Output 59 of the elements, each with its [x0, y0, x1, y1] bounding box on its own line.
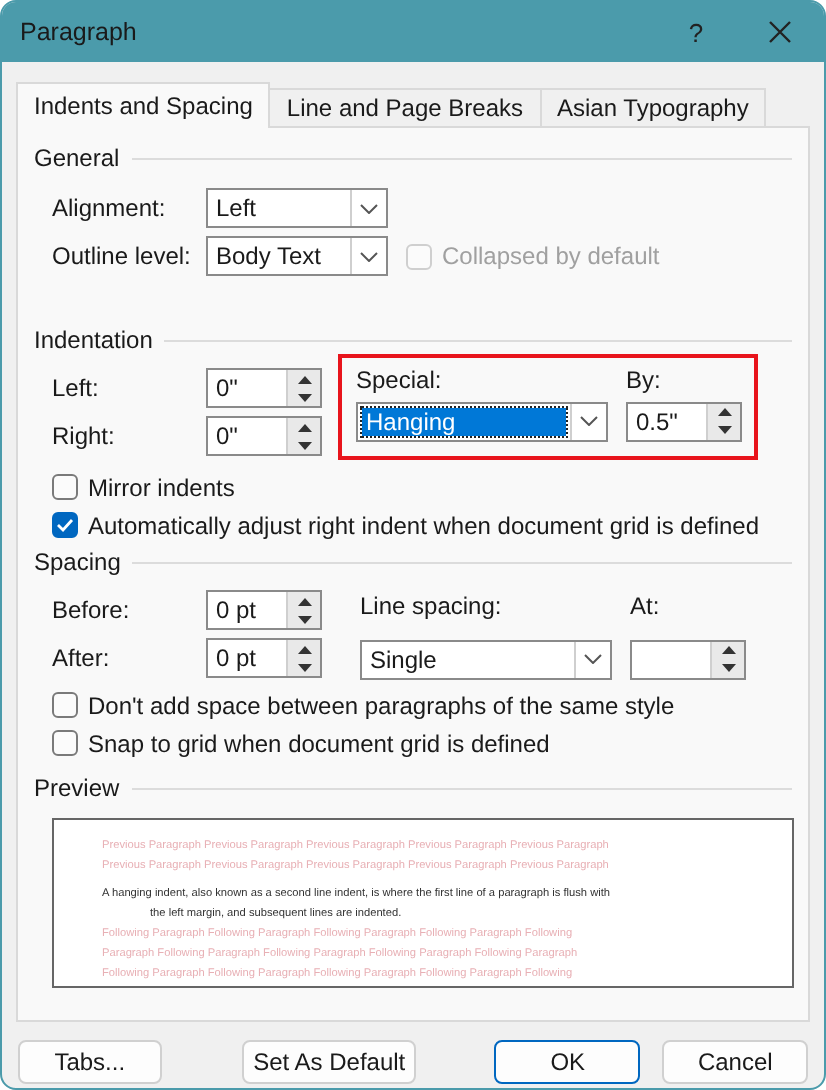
dialog-button[interactable]: Cancel — [662, 1040, 809, 1084]
up-arrow-icon — [297, 597, 311, 605]
help-button[interactable]: ? — [656, 2, 736, 62]
down-arrow-icon — [717, 426, 731, 434]
dialog-button[interactable]: Set As Default — [241, 1040, 417, 1084]
up-arrow-icon — [717, 408, 731, 416]
chevron-down-icon — [360, 203, 378, 213]
section-heading: Indentation — [34, 326, 153, 354]
chevron-down-icon — [360, 251, 378, 261]
up-arrow-icon — [297, 423, 311, 431]
chevron-down-icon — [584, 654, 602, 664]
field-label: Alignment: — [52, 194, 168, 222]
outline-level-dropdown[interactable]: Body Text — [206, 236, 388, 276]
right-indent-field[interactable]: 0" — [206, 416, 322, 456]
chevron-down-icon — [580, 416, 598, 426]
checkbox-label: Mirror indents — [88, 473, 235, 501]
left-indent-field[interactable]: 0" — [206, 368, 322, 408]
alignment-dropdown[interactable]: Left — [206, 188, 388, 228]
checkbox[interactable] — [52, 692, 78, 718]
down-arrow-icon — [297, 663, 311, 671]
field-label: After: — [52, 644, 112, 672]
section-heading: Spacing — [34, 548, 121, 576]
checkbox-label: Automatically adjust right indent when document grid is defined — [88, 511, 760, 539]
down-arrow-icon — [721, 664, 735, 672]
tab[interactable]: Indents and Spacing — [16, 82, 271, 128]
down-arrow-icon — [297, 441, 311, 449]
close-icon — [768, 20, 792, 44]
at-field[interactable] — [630, 639, 746, 679]
dialog-button[interactable]: Tabs... — [18, 1040, 162, 1084]
up-arrow-icon — [297, 375, 311, 383]
checkbox-label: Collapsed by default — [442, 242, 660, 270]
spacing-after-field[interactable]: 0 pt — [206, 638, 322, 678]
special-dropdown[interactable]: Hanging — [356, 401, 608, 441]
spacing-before-field[interactable]: 0 pt — [206, 590, 322, 630]
tab[interactable]: Asian Typography — [539, 88, 767, 128]
down-arrow-icon — [297, 615, 311, 623]
checkbox-label: Snap to grid when document grid is defined — [88, 729, 550, 757]
field-label: Left: — [52, 374, 101, 402]
checkbox[interactable] — [52, 730, 78, 756]
field-label: By: — [626, 364, 663, 396]
checkbox-label: Don't add space between paragraphs of the same style — [88, 691, 675, 719]
window-title: Paragraph — [20, 18, 139, 46]
checkbox[interactable] — [52, 474, 78, 500]
field-label: Right: — [52, 422, 117, 450]
field-label: Outline level: — [52, 242, 193, 270]
by-field[interactable]: 0.5" — [626, 401, 742, 441]
down-arrow-icon — [297, 393, 311, 401]
field-label: Before: — [52, 596, 132, 624]
dialog-button[interactable]: OK — [494, 1040, 641, 1084]
section-heading: Preview — [34, 774, 120, 802]
up-arrow-icon — [721, 646, 735, 654]
checkbox[interactable] — [52, 512, 78, 538]
up-arrow-icon — [297, 645, 311, 653]
line-spacing-dropdown[interactable]: Single — [360, 639, 612, 679]
field-label: Line spacing: — [360, 590, 504, 622]
field-label: Special: — [356, 364, 444, 396]
field-label: At: — [630, 590, 662, 622]
section-heading: General — [34, 144, 120, 172]
checkmark-icon — [56, 518, 74, 532]
